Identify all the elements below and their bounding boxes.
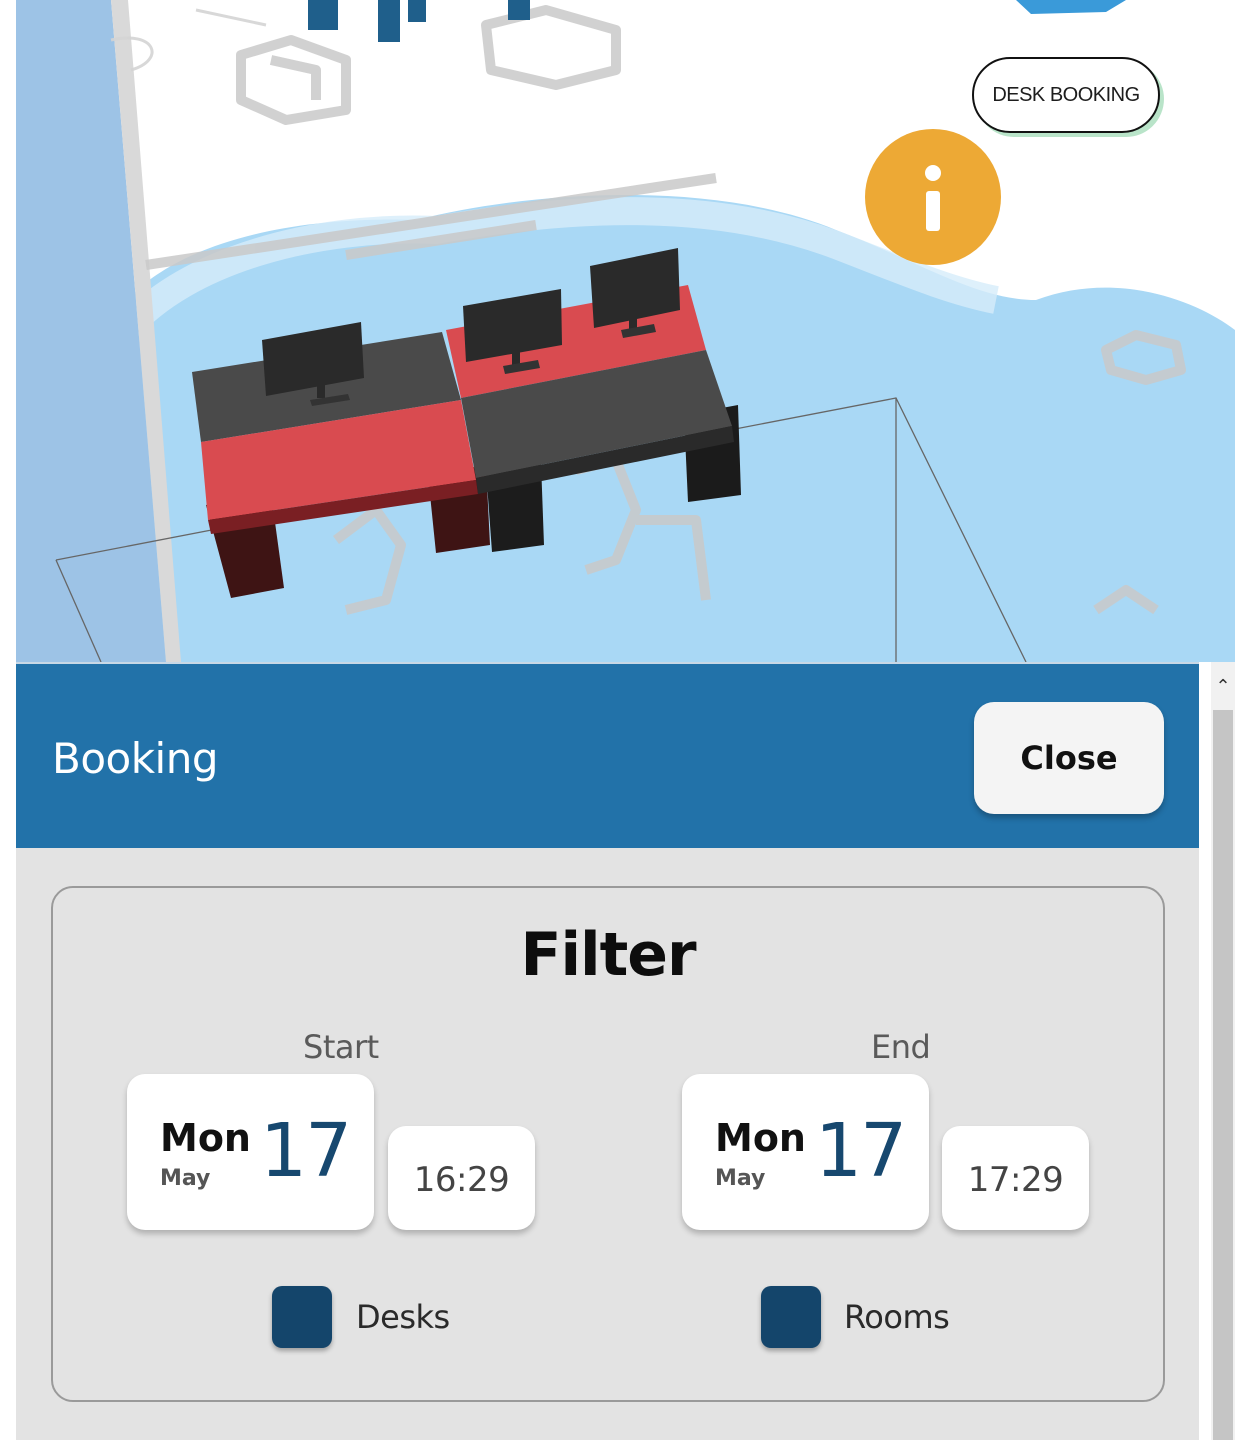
end-date-picker[interactable]: Mon May 17	[682, 1074, 929, 1230]
end-month: May	[715, 1166, 766, 1191]
end-label: End	[871, 1028, 931, 1066]
rooms-checkbox[interactable]	[761, 1286, 821, 1348]
chevron-up-icon[interactable]: ⌃	[1211, 676, 1235, 697]
panel-gap	[1199, 662, 1211, 1440]
booking-panel: Booking Close Filter Start Mon May 17 16…	[16, 662, 1199, 1440]
desk-booking-bubble-label: DESK BOOKING	[992, 83, 1140, 106]
booking-header: Booking Close	[16, 662, 1199, 848]
start-time: 16:29	[413, 1160, 510, 1200]
end-day-of-week: Mon	[715, 1116, 806, 1160]
filter-section: Filter Start Mon May 17 16:29 End Mon Ma…	[51, 886, 1165, 1402]
start-day: 17	[260, 1108, 352, 1194]
start-date-picker[interactable]: Mon May 17	[127, 1074, 374, 1230]
scroll-thumb[interactable]	[1213, 710, 1233, 1440]
scrollbar[interactable]: ⌃	[1211, 662, 1235, 1440]
desks-checkbox[interactable]	[272, 1286, 332, 1348]
start-label: Start	[303, 1028, 379, 1066]
end-time-picker[interactable]: 17:29	[942, 1126, 1089, 1230]
close-button[interactable]: Close	[974, 702, 1164, 814]
info-icon[interactable]	[865, 129, 1001, 265]
filter-title: Filter	[520, 920, 696, 990]
desks-label: Desks	[356, 1298, 450, 1336]
start-day-of-week: Mon	[160, 1116, 251, 1160]
rooms-label: Rooms	[844, 1298, 950, 1336]
end-time: 17:29	[967, 1160, 1064, 1200]
left-gutter	[0, 0, 16, 1440]
start-time-picker[interactable]: 16:29	[388, 1126, 535, 1230]
start-month: May	[160, 1166, 211, 1191]
end-day: 17	[815, 1108, 907, 1194]
panel-title: Booking	[52, 734, 218, 783]
desk-booking-bubble[interactable]: DESK BOOKING	[972, 57, 1160, 133]
